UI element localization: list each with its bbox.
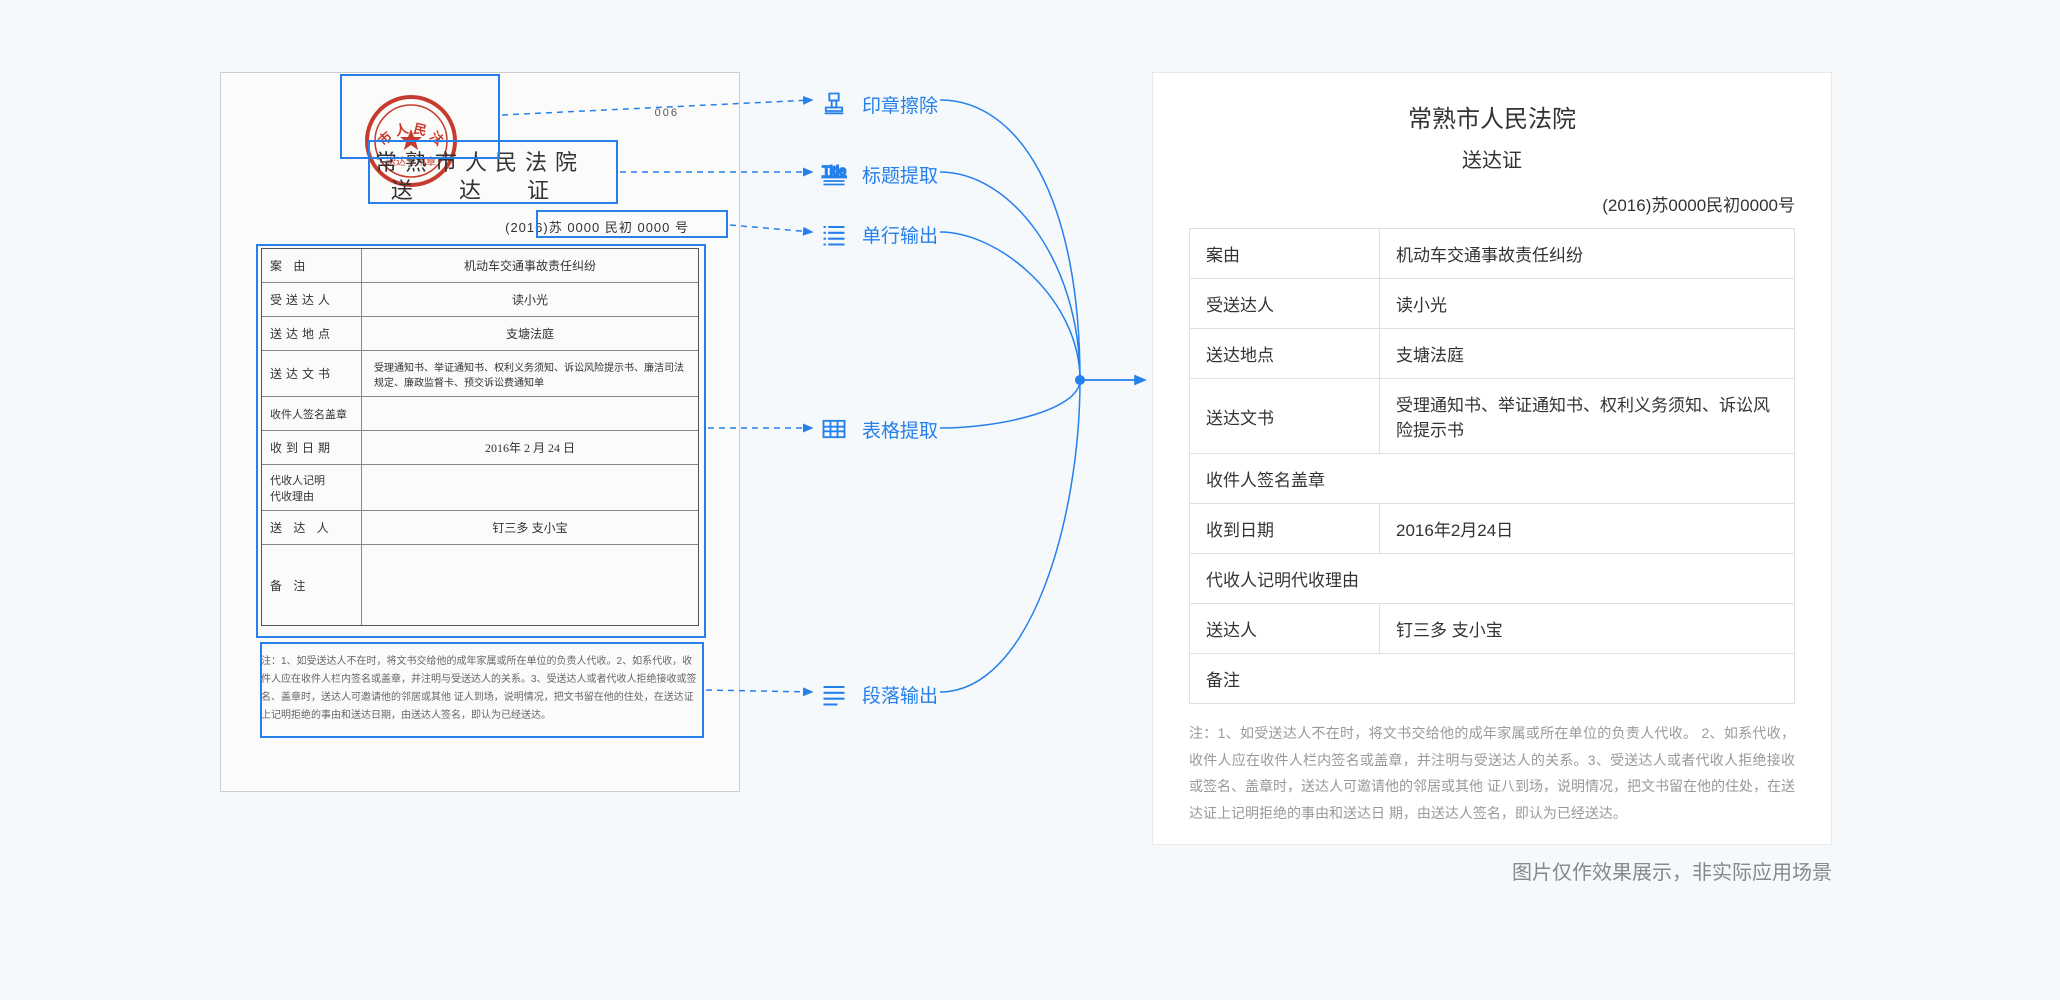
scanned-row-label: 代收人记明 代收理由 [262,465,362,510]
output-value: 钉三多 支小宝 [1380,604,1795,654]
output-case-number: (2016)苏0000民初0000号 [1189,191,1795,216]
label-text: 段落输出 [862,681,938,708]
scanned-subtitle: 送 达 证 [391,173,569,205]
label-paragraph-output: 段落输出 [820,680,938,708]
title-icon: Title [820,160,848,188]
output-key: 案由 [1190,229,1380,279]
output-key: 送达人 [1190,604,1380,654]
scanned-row-value: 机动车交通事故责任纠纷 [362,249,698,282]
output-key: 收到日期 [1190,504,1380,554]
output-key: 收件人签名盖章 [1190,454,1795,504]
output-key: 代收人记明代收理由 [1190,554,1795,604]
scanned-notes: 注：1、如受送达人不在时，将文书交给他的成年家属或所在单位的负责人代收。2、如系… [261,645,699,733]
label-text: 标题提取 [862,161,938,188]
output-key: 送达地点 [1190,329,1380,379]
scanned-row-value: 支塘法庭 [362,317,698,350]
scanned-row-value [362,545,698,625]
scanned-table: 案 由机动车交通事故责任纠纷 受送达人读小光 送达地点支塘法庭 送达文书受理通知… [261,248,699,626]
scanned-row-label: 收件人签名盖章 [262,397,362,430]
scanned-row-value [362,397,698,430]
output-notes: 注：1、如受送达人不在时，将文书交给他的成年家属或所在单位的负责人代收。 2、如… [1189,720,1795,826]
scanned-row-label: 案 由 [262,249,362,282]
label-text: 单行输出 [862,221,938,248]
output-key: 送达文书 [1190,379,1380,454]
scanned-row-label: 送 达 人 [262,511,362,544]
doc-small-number: 006 [655,107,679,119]
output-table: 案由机动车交通事故责任纠纷 受送达人读小光 送达地点支塘法庭 送达文书受理通知书… [1189,228,1795,704]
output-value: 支塘法庭 [1380,329,1795,379]
scanned-row-value: 读小光 [362,283,698,316]
scanned-row-value: 2016年 2 月 24 日 [362,431,698,464]
label-text: 表格提取 [862,416,938,443]
scanned-row-label: 送达文书 [262,351,362,396]
output-value: 机动车交通事故责任纠纷 [1380,229,1795,279]
paragraph-icon [820,680,848,708]
scanned-row-label: 收到日期 [262,431,362,464]
output-title: 常熟市人民法院 [1189,99,1795,134]
scanned-document: 市 人 民 法 送达专用章 006 常熟市人民法院 送 达 证 (2016)苏 … [220,72,740,792]
diagram-container: 市 人 民 法 送达专用章 006 常熟市人民法院 送 达 证 (2016)苏 … [0,0,2060,1000]
stamp-icon [820,90,848,118]
scanned-row-label: 送达地点 [262,317,362,350]
label-text: 印章擦除 [862,91,938,118]
disclaimer-text: 图片仅作效果展示，非实际应用场景 [1512,856,1832,885]
output-key: 受送达人 [1190,279,1380,329]
structured-output-card: 常熟市人民法院 送达证 (2016)苏0000民初0000号 案由机动车交通事故… [1152,72,1832,845]
svg-text:Title: Title [822,163,846,178]
scanned-row-value [362,465,698,510]
label-stamp-erase: 印章擦除 [820,90,938,118]
output-value: 2016年2月24日 [1380,504,1795,554]
scanned-row-value: 受理通知书、举证通知书、权利义务须知、诉讼风险提示书、廉洁司法规定、廉政监督卡、… [362,351,698,396]
scanned-row-value: 钉三多 支小宝 [362,511,698,544]
output-value: 读小光 [1380,279,1795,329]
scanned-row-label: 备 注 [262,545,362,625]
label-table-extract: 表格提取 [820,415,938,443]
label-title-extract: Title 标题提取 [820,160,938,188]
scanned-row-label: 受送达人 [262,283,362,316]
label-single-line: 单行输出 [820,220,938,248]
output-key: 备注 [1190,654,1795,704]
scanned-case-number: (2016)苏 0000 民初 0000 号 [505,217,689,236]
output-value: 受理通知书、举证通知书、权利义务须知、诉讼风险提示书 [1380,379,1795,454]
output-subtitle: 送达证 [1189,144,1795,173]
list-icon [820,220,848,248]
table-icon [820,415,848,443]
